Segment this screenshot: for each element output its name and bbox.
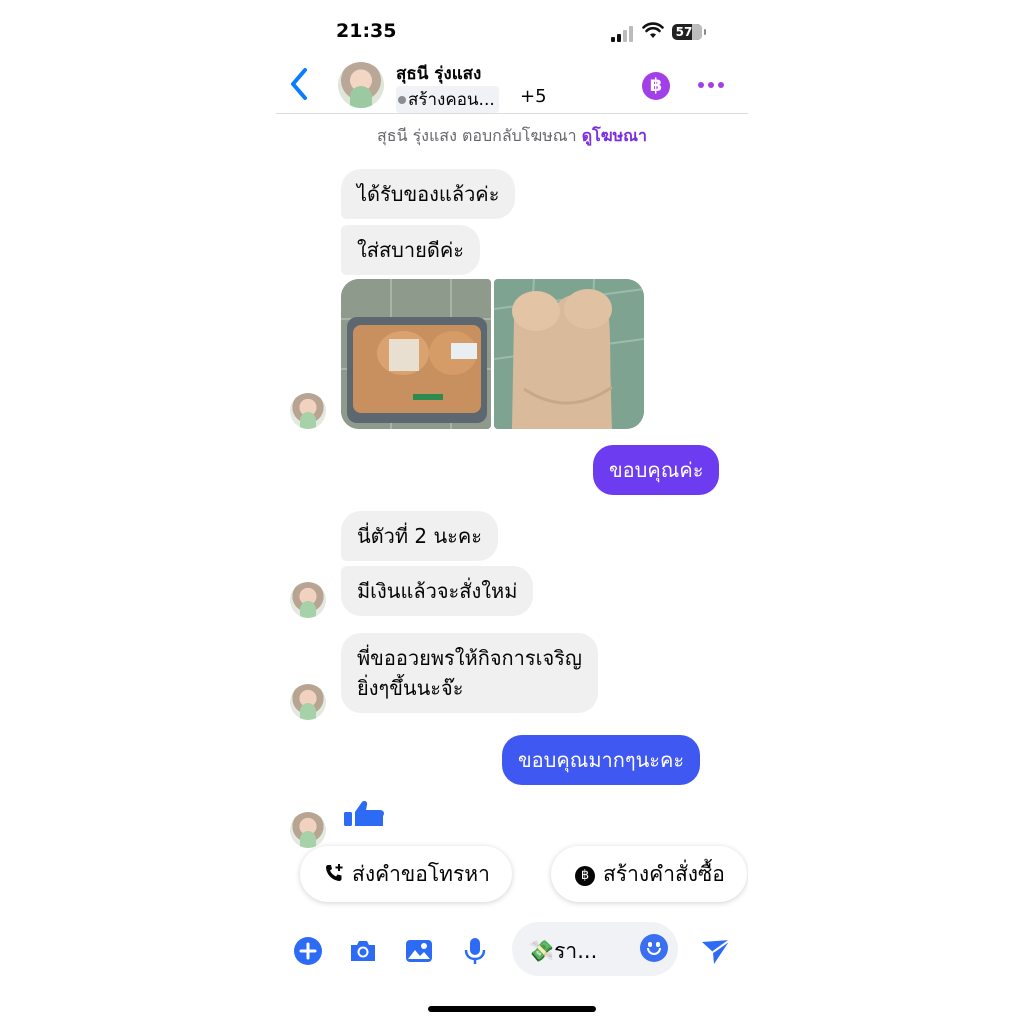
contact-avatar-small[interactable] [290, 582, 326, 618]
thumbs-up-icon[interactable] [342, 800, 386, 826]
quick-reply-label: ส่งคำขอโทรหา [352, 862, 490, 886]
gallery-icon[interactable] [404, 936, 434, 966]
home-indicator [428, 1006, 596, 1012]
contact-label-chip[interactable]: สร้างคอน... [396, 86, 499, 113]
message-line: ยิ่งๆขึ้นนะจ๊ะ [357, 676, 464, 700]
status-time: 21:35 [336, 20, 397, 42]
messenger-screen: 21:35 57 สุธนี รุ่งแสง สร้างคอน... +5 ฿ [276, 0, 748, 1024]
label-dot-icon [398, 96, 406, 104]
contact-avatar-small[interactable] [290, 684, 326, 720]
ad-reply-note: สุธนี รุ่งแสง ตอบกลับโฆษณา ดูโฆษณา [276, 124, 748, 149]
back-chevron-icon[interactable] [286, 66, 312, 102]
quick-reply-create-order[interactable]: ฿ สร้างคำสั่งซื้อ [551, 846, 747, 902]
mic-icon[interactable] [460, 936, 490, 966]
message-input[interactable]: 💸รา... [512, 922, 678, 976]
contact-avatar[interactable] [338, 62, 384, 108]
quick-reply-call-request[interactable]: ส่งคำขอโทรหา [300, 846, 512, 902]
battery-level: 57 [675, 25, 693, 39]
plus-icon[interactable] [293, 936, 323, 966]
message-bubble-incoming[interactable]: นี่ตัวที่ 2 นะคะ [341, 511, 499, 561]
cellular-signal-icon [611, 26, 635, 42]
contact-label-text: สร้างคอน... [408, 90, 495, 110]
chat-header: สุธนี รุ่งแสง สร้างคอน... +5 ฿ [276, 56, 748, 114]
message-bubble-incoming[interactable]: ได้รับของแล้วค่ะ [341, 169, 516, 219]
status-bar: 21:35 57 [276, 18, 748, 48]
ad-reply-text: สุธนี รุ่งแสง ตอบกลับโฆษณา [377, 126, 577, 145]
send-icon[interactable] [700, 936, 732, 966]
more-options-icon[interactable] [698, 82, 724, 90]
battery-icon: 57 [672, 24, 706, 40]
contact-name[interactable]: สุธนี รุ่งแสง [396, 60, 481, 87]
coin-icon[interactable]: ฿ [642, 72, 670, 100]
message-line: พี่ขออวยพรให้กิจการเจริญ [357, 646, 582, 670]
message-bubble-outgoing[interactable]: ขอบคุณค่ะ [593, 445, 720, 495]
photo-attachment[interactable] [341, 279, 491, 429]
message-bubble-incoming-multiline[interactable]: พี่ขออวยพรให้กิจการเจริญ ยิ่งๆขึ้นนะจ๊ะ [341, 633, 598, 713]
more-labels-count[interactable]: +5 [520, 86, 547, 107]
view-ad-link[interactable]: ดูโฆษณา [582, 126, 647, 145]
camera-icon[interactable] [348, 936, 378, 966]
emoji-icon[interactable] [640, 934, 668, 962]
quick-reply-label: สร้างคำสั่งซื้อ [603, 862, 725, 886]
message-bubble-incoming[interactable]: มีเงินแล้วจะสั่งใหม่ [341, 566, 534, 616]
message-bubble-incoming[interactable]: ใส่สบายดีค่ะ [341, 225, 480, 275]
phone-plus-icon [324, 848, 344, 904]
contact-avatar-small[interactable] [290, 812, 326, 848]
message-input-text: 💸รา... [528, 939, 598, 963]
wifi-icon [642, 22, 664, 38]
message-bubble-outgoing[interactable]: ขอบคุณมากๆนะคะ [502, 735, 701, 785]
message-composer: 💸รา... [276, 920, 748, 980]
photo-attachment[interactable] [494, 279, 644, 429]
coin-icon: ฿ [575, 866, 595, 886]
contact-avatar-small[interactable] [290, 393, 326, 429]
